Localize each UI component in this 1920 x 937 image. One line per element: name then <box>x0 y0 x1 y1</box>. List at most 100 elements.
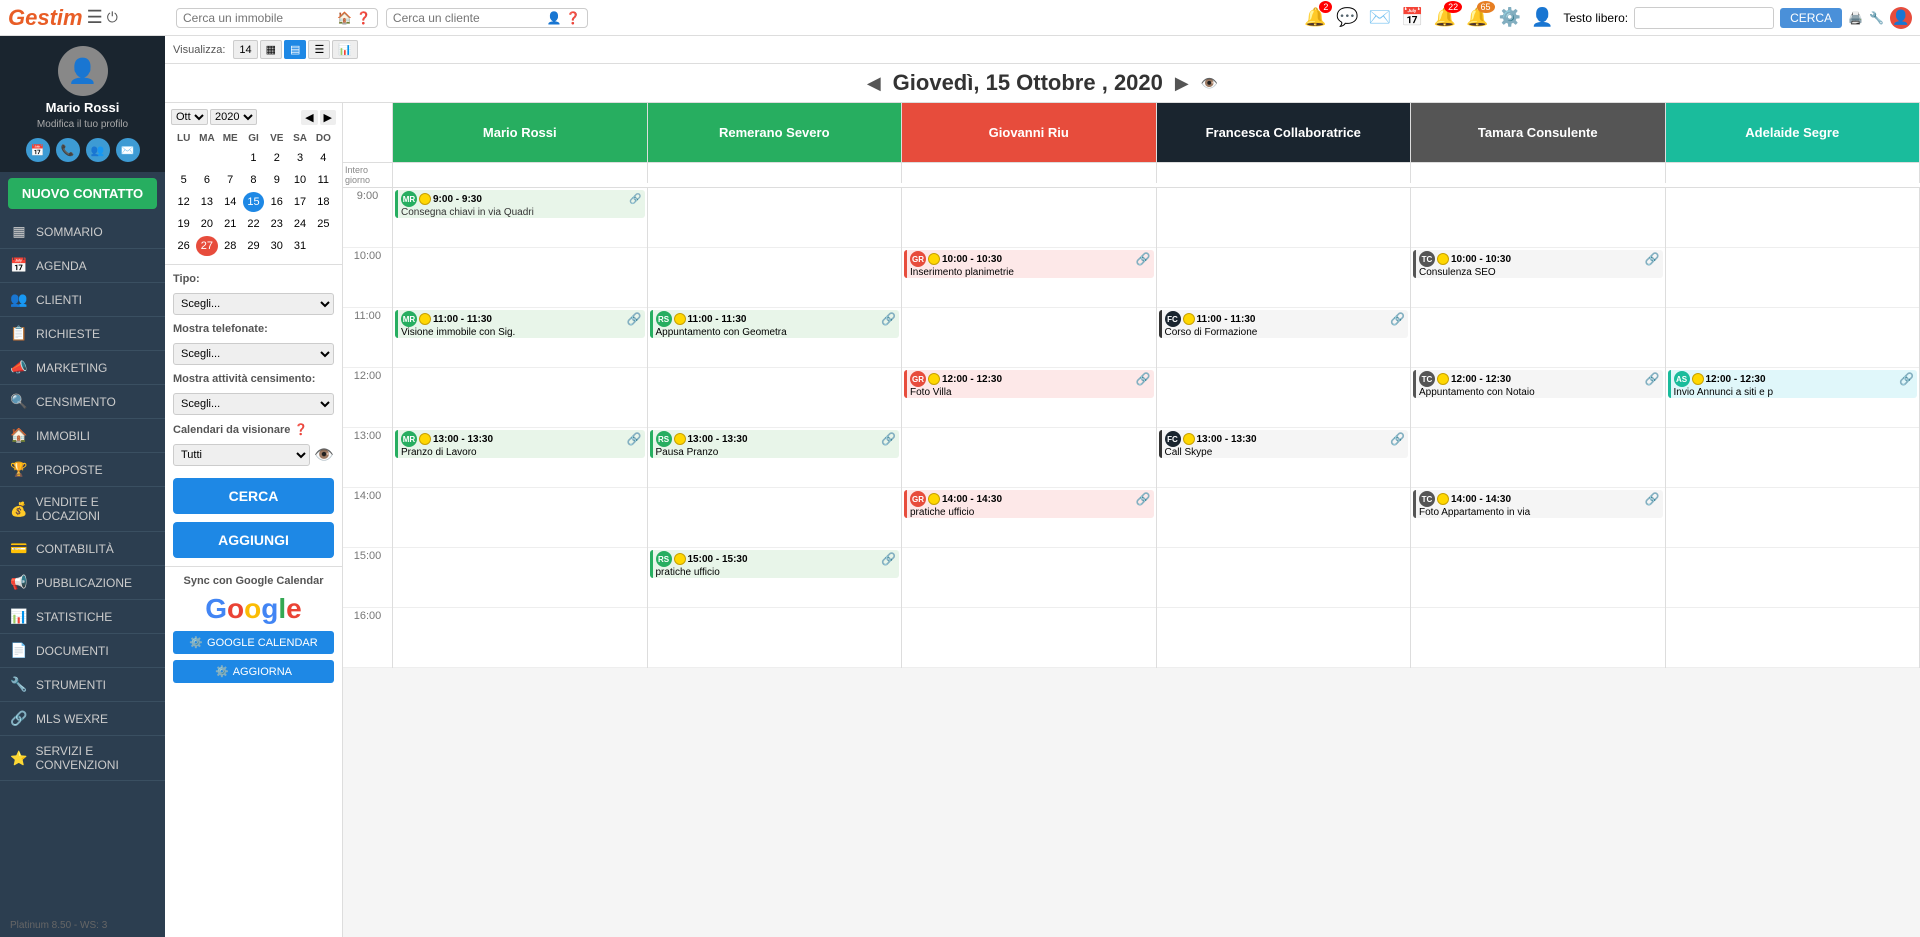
year-select[interactable]: 2020 <box>210 109 257 125</box>
slot-mario-15[interactable] <box>393 548 647 608</box>
slot-mario-12[interactable] <box>393 368 647 428</box>
cal-day[interactable]: 9 <box>266 170 287 190</box>
calendari-help-icon[interactable]: ❓ <box>294 423 308 436</box>
slot-rem-13[interactable]: RS 13:00 - 13:30 🔗 Pausa Pranzo <box>648 428 902 488</box>
nuovo-contatto-button[interactable]: NUOVO CONTATTO <box>8 178 157 209</box>
cal-day[interactable]: 7 <box>220 170 241 190</box>
event-gio-3[interactable]: GR 14:00 - 14:30 🔗 pratiche ufficio <box>904 490 1154 518</box>
slot-gio-13[interactable] <box>902 428 1156 488</box>
slot-ade-9[interactable] <box>1666 188 1920 248</box>
cal-day-today[interactable]: 15 <box>243 192 264 212</box>
google-calendar-button[interactable]: ⚙️ GOOGLE CALENDAR <box>173 631 334 654</box>
cal-day[interactable]: 30 <box>266 236 287 256</box>
sidebar-item-immobili[interactable]: 🏠 IMMOBILI <box>0 419 165 453</box>
sidebar-item-agenda[interactable]: 📅 AGENDA <box>0 249 165 283</box>
slot-mario-13[interactable]: MR 13:00 - 13:30 🔗 Pranzo di Lavoro <box>393 428 647 488</box>
slot-tam-12[interactable]: TC 12:00 - 12:30 🔗 Appuntamento con Nota… <box>1411 368 1665 428</box>
user-profile-link[interactable]: Modifica il tuo profilo <box>37 119 128 130</box>
slot-ade-14[interactable] <box>1666 488 1920 548</box>
slot-gio-14[interactable]: GR 14:00 - 14:30 🔗 pratiche ufficio <box>902 488 1156 548</box>
sidebar-item-contabilita[interactable]: 💳 CONTABILITÀ <box>0 532 165 566</box>
cerca-button[interactable]: CERCA <box>173 478 334 514</box>
telefonate-select[interactable]: Scegli... <box>173 343 334 365</box>
slot-mario-11[interactable]: MR 11:00 - 11:30 🔗 Visione immobile con … <box>393 308 647 368</box>
slot-gio-16[interactable] <box>902 608 1156 668</box>
slot-fra-13[interactable]: FC 13:00 - 13:30 🔗 Call Skype <box>1157 428 1411 488</box>
cal-day[interactable]: 31 <box>289 236 310 256</box>
slot-rem-12[interactable] <box>648 368 902 428</box>
sidebar-item-proposte[interactable]: 🏆 PROPOSTE <box>0 453 165 487</box>
sidebar-item-richieste[interactable]: 📋 RICHIESTE <box>0 317 165 351</box>
slot-tam-16[interactable] <box>1411 608 1665 668</box>
slot-fra-16[interactable] <box>1157 608 1411 668</box>
view-btn-list[interactable]: ☰ <box>308 40 330 59</box>
cal-day[interactable] <box>313 236 334 256</box>
slot-gio-10[interactable]: GR 10:00 - 10:30 🔗 Inserimento planimetr… <box>902 248 1156 308</box>
slot-ade-12[interactable]: AS 12:00 - 12:30 🔗 Invio Annunci a siti … <box>1666 368 1920 428</box>
event-fra-2[interactable]: FC 13:00 - 13:30 🔗 Call Skype <box>1159 430 1409 458</box>
sidebar-item-mls[interactable]: 🔗 MLS WEXRE <box>0 702 165 736</box>
event-ade-1[interactable]: AS 12:00 - 12:30 🔗 Invio Annunci a siti … <box>1668 370 1918 398</box>
view-btn-chart[interactable]: 📊 <box>332 40 358 59</box>
cal-day[interactable]: 25 <box>313 214 334 234</box>
cal-day[interactable]: 18 <box>313 192 334 212</box>
cal-day[interactable]: 10 <box>289 170 310 190</box>
slot-rem-16[interactable] <box>648 608 902 668</box>
print-icon[interactable]: 🖨️ <box>1848 11 1863 25</box>
sidebar-item-strumenti[interactable]: 🔧 STRUMENTI <box>0 668 165 702</box>
slot-rem-15[interactable]: RS 15:00 - 15:30 🔗 pratiche ufficio <box>648 548 902 608</box>
slot-tam-14[interactable]: TC 14:00 - 14:30 🔗 Foto Appartamento in … <box>1411 488 1665 548</box>
slot-mario-16[interactable] <box>393 608 647 668</box>
event-mario-1[interactable]: MR 9:00 - 9:30 🔗 Consegna chiavi in via … <box>395 190 645 218</box>
hamburger-icon[interactable]: ☰ <box>87 7 103 28</box>
email-icon[interactable]: ✉️ <box>1369 7 1391 28</box>
slot-ade-11[interactable] <box>1666 308 1920 368</box>
power-icon[interactable]: ⏻ <box>107 9 118 26</box>
phone-btn[interactable]: 📞 <box>56 138 80 162</box>
search-immobile-input[interactable] <box>183 11 333 25</box>
slot-mario-9[interactable]: MR 9:00 - 9:30 🔗 Consegna chiavi in via … <box>393 188 647 248</box>
event-gio-1[interactable]: GR 10:00 - 10:30 🔗 Inserimento planimetr… <box>904 250 1154 278</box>
red-user-icon[interactable]: 👤 <box>1890 7 1912 29</box>
slot-gio-12[interactable]: GR 12:00 - 12:30 🔗 Foto Villa <box>902 368 1156 428</box>
month-select[interactable]: Ott <box>171 109 208 125</box>
event-tam-1[interactable]: TC 10:00 - 10:30 🔗 Consulenza SEO <box>1413 250 1663 278</box>
cal-day[interactable]: 20 <box>196 214 217 234</box>
cal-day[interactable]: 17 <box>289 192 310 212</box>
sidebar-item-censimento[interactable]: 🔍 CENSIMENTO <box>0 385 165 419</box>
cal-day[interactable]: 11 <box>313 170 334 190</box>
event-tam-2[interactable]: TC 12:00 - 12:30 🔗 Appuntamento con Nota… <box>1413 370 1663 398</box>
cal-day[interactable] <box>220 148 241 168</box>
slot-rem-9[interactable] <box>648 188 902 248</box>
email-btn[interactable]: ✉️ <box>116 138 140 162</box>
cal-day[interactable]: 3 <box>289 148 310 168</box>
cal-day[interactable] <box>196 148 217 168</box>
slot-rem-11[interactable]: RS 11:00 - 11:30 🔗 Appuntamento con Geom… <box>648 308 902 368</box>
aggiungi-button[interactable]: AGGIUNGI <box>173 522 334 558</box>
cal-day[interactable]: 23 <box>266 214 287 234</box>
prev-arrow-button[interactable]: ◀ <box>867 73 881 94</box>
search-cliente-input[interactable] <box>393 11 543 25</box>
slot-tam-15[interactable] <box>1411 548 1665 608</box>
event-rem-2[interactable]: RS 13:00 - 13:30 🔗 Pausa Pranzo <box>650 430 900 458</box>
slot-fra-11[interactable]: FC 11:00 - 11:30 🔗 Corso di Formazione <box>1157 308 1411 368</box>
event-gio-2[interactable]: GR 12:00 - 12:30 🔗 Foto Villa <box>904 370 1154 398</box>
slot-gio-9[interactable] <box>902 188 1156 248</box>
gear-icon[interactable]: ⚙️ <box>1499 7 1521 28</box>
cal-day[interactable]: 16 <box>266 192 287 212</box>
view-btn-14[interactable]: 14 <box>233 40 257 59</box>
calendari-select[interactable]: Tutti <box>173 444 310 466</box>
slot-fra-12[interactable] <box>1157 368 1411 428</box>
sidebar-item-statistiche[interactable]: 📊 STATISTICHE <box>0 600 165 634</box>
user-icon[interactable]: 👤 <box>1531 7 1553 28</box>
slot-gio-11[interactable] <box>902 308 1156 368</box>
cal-day[interactable]: 2 <box>266 148 287 168</box>
aggiorna-button[interactable]: ⚙️ AGGIORNA <box>173 660 334 683</box>
slot-gio-15[interactable] <box>902 548 1156 608</box>
attivita-select[interactable]: Scegli... <box>173 393 334 415</box>
slot-mario-14[interactable] <box>393 488 647 548</box>
cal-day[interactable] <box>173 148 194 168</box>
cal-day[interactable]: 22 <box>243 214 264 234</box>
cal-day-27[interactable]: 27 <box>196 236 217 256</box>
cal-day[interactable]: 24 <box>289 214 310 234</box>
